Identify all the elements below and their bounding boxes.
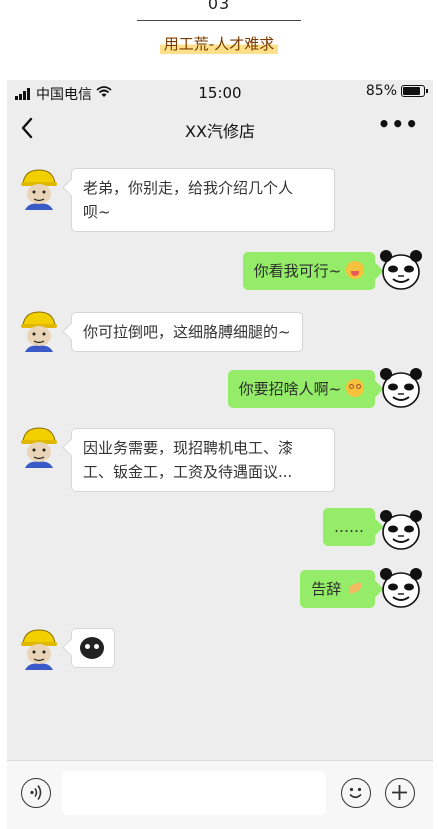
battery-percent: 85% (365, 83, 397, 99)
worker-avatar[interactable] (17, 166, 61, 210)
message-text: 你看我可行~ (253, 262, 342, 280)
message-bubble[interactable]: 你可拉倒吧，这细胳膊细腿的~ (71, 312, 303, 352)
panda-avatar[interactable] (379, 366, 423, 410)
page-header: 03 用工荒-人才难求 (0, 0, 438, 70)
chat-title: XX汽修店 (185, 122, 255, 141)
message-bubble[interactable]: 你要招啥人啊~ (227, 370, 375, 408)
message-input[interactable] (62, 771, 326, 815)
smile-icon[interactable] (341, 778, 371, 808)
status-bar: 中国电信 15:00 85% (7, 80, 433, 108)
more-button[interactable]: ••• (378, 112, 419, 136)
chat-area[interactable]: 老弟，你别走，给我介绍几个人 呗~ 你看我可行~ 你可拉倒吧，这细胳膊细腿的~ … (7, 152, 433, 760)
voice-icon[interactable] (21, 778, 51, 808)
message-text: 老弟，你别走，给我介绍几个人 (83, 179, 294, 197)
message-bubble[interactable]: 老弟，你别走，给我介绍几个人 呗~ (71, 168, 335, 232)
message-text: …… (334, 518, 364, 536)
phone-screen: 中国电信 15:00 85% XX汽修店 ••• 老弟，你别走，给我介绍几个人 … (7, 80, 433, 829)
message-text: 你可拉倒吧，这细胳膊细腿的~ (83, 323, 291, 341)
dizzy-emoji (346, 379, 364, 397)
message-bubble[interactable]: 因业务需要，现招聘机电工、漆 工、钣金工，工资及待遇面议... (71, 428, 335, 492)
chat-input-bar (7, 760, 433, 829)
clap-hands-emoji (346, 580, 364, 596)
message-text: 因业务需要，现招聘机电工、漆 (83, 439, 294, 457)
tongue-emoji (346, 261, 364, 279)
panda-avatar[interactable] (379, 508, 423, 552)
page-caption-wrap: 用工荒-人才难求 (0, 33, 438, 54)
black-face-sticker (80, 637, 104, 659)
worker-avatar[interactable] (17, 626, 61, 670)
message-text: 呗~ (83, 203, 111, 221)
battery-fill (403, 87, 420, 95)
status-right: 85% (365, 83, 428, 99)
message-text: 告辞 (311, 580, 342, 598)
panda-avatar[interactable] (379, 566, 423, 610)
panda-avatar[interactable] (379, 248, 423, 292)
header-divider (137, 20, 301, 21)
message-bubble[interactable]: 你看我可行~ (242, 252, 375, 290)
worker-avatar[interactable] (17, 424, 61, 468)
chat-navbar: XX汽修店 ••• (7, 108, 433, 152)
message-bubble[interactable] (71, 628, 115, 668)
message-text: 工、钣金工，工资及待遇面议... (83, 463, 293, 481)
page-caption: 用工荒-人才难求 (159, 33, 279, 54)
message-bubble[interactable]: 告辞 (300, 570, 375, 608)
message-bubble[interactable]: …… (323, 508, 375, 546)
plus-icon[interactable] (385, 778, 415, 808)
message-text: 你要招啥人啊~ (238, 380, 342, 398)
page-number: 03 (207, 0, 231, 13)
worker-avatar[interactable] (17, 308, 61, 352)
battery-icon (401, 85, 428, 97)
